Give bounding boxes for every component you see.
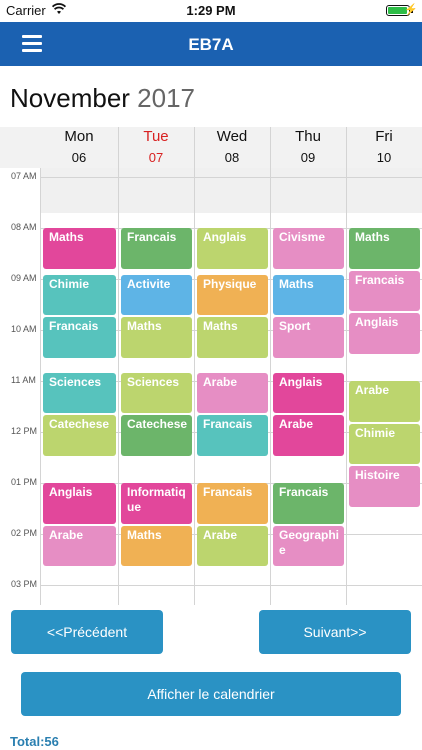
- day-header-thu[interactable]: Thu 09: [270, 127, 346, 168]
- early-morning-shade: [270, 168, 346, 213]
- time-label: 03 PM: [11, 579, 38, 589]
- class-event[interactable]: Francais: [121, 228, 192, 269]
- class-event[interactable]: Geographie: [273, 525, 344, 566]
- class-event[interactable]: Arabe: [349, 381, 420, 422]
- day-name: Thu: [295, 128, 321, 145]
- nav-title: EB7A: [188, 35, 234, 54]
- day-name: Tue: [143, 128, 169, 145]
- time-column-header: [0, 127, 40, 168]
- day-date: 10: [376, 150, 392, 165]
- year-label: 2017: [137, 83, 196, 113]
- total-count: Total:56: [10, 734, 59, 749]
- day-date: 08: [224, 150, 240, 165]
- class-event[interactable]: Francais: [349, 270, 420, 311]
- day-date: 07: [148, 150, 164, 165]
- hour-line: [40, 585, 422, 586]
- day-header-mon[interactable]: Mon 06: [40, 127, 118, 168]
- class-event[interactable]: Maths: [197, 317, 268, 358]
- class-event[interactable]: Sciences: [43, 372, 116, 413]
- class-event[interactable]: Catechese: [121, 415, 192, 456]
- time-label: 01 PM: [11, 477, 38, 487]
- time-label: 10 AM: [11, 324, 37, 334]
- day-name: Wed: [216, 128, 248, 145]
- clock: 1:29 PM: [186, 3, 236, 18]
- class-event[interactable]: Maths: [121, 525, 192, 566]
- column-divider: [270, 127, 271, 605]
- class-event[interactable]: Anglais: [43, 483, 116, 524]
- column-divider: [118, 127, 119, 605]
- early-morning-shade: [40, 168, 118, 213]
- class-event[interactable]: Chimie: [43, 274, 116, 316]
- class-event[interactable]: Arabe: [197, 372, 268, 413]
- early-morning-shade: [118, 168, 194, 213]
- class-event[interactable]: Maths: [349, 228, 420, 269]
- class-event[interactable]: Francais: [197, 415, 268, 456]
- class-event[interactable]: Informatique: [121, 483, 192, 524]
- previous-button[interactable]: <<Précédent: [11, 610, 163, 654]
- class-event[interactable]: Arabe: [197, 525, 268, 566]
- day-header-fri[interactable]: Fri 10: [346, 127, 422, 168]
- class-event[interactable]: Anglais: [273, 372, 344, 413]
- class-event[interactable]: Anglais: [197, 228, 268, 269]
- class-event[interactable]: Activite: [121, 274, 192, 316]
- hour-line: [40, 177, 422, 178]
- class-event[interactable]: Arabe: [43, 525, 116, 566]
- charging-icon: ⚡: [404, 4, 418, 16]
- class-event[interactable]: Francais: [273, 483, 344, 524]
- week-calendar: Mon 06 Tue 07 Wed 08 Thu 09 Fri 10 07 AM 08 AM 09 AM…: [0, 127, 422, 605]
- early-morning-shade: [194, 168, 270, 213]
- class-event[interactable]: Maths: [273, 274, 344, 316]
- day-name: Mon: [64, 128, 94, 145]
- early-morning-shade: [346, 168, 422, 213]
- month-label: November: [10, 83, 130, 113]
- class-event[interactable]: Physique: [197, 274, 268, 316]
- class-event[interactable]: Catechese: [43, 415, 116, 456]
- class-event[interactable]: Chimie: [349, 423, 420, 464]
- show-calendar-button[interactable]: Afficher le calendrier: [21, 672, 401, 716]
- time-label: 07 AM: [11, 171, 37, 181]
- class-event[interactable]: Francais: [197, 483, 268, 524]
- time-label: 11 AM: [11, 375, 36, 385]
- time-label: 02 PM: [11, 528, 38, 538]
- next-button[interactable]: Suivant>>: [259, 610, 411, 654]
- class-event[interactable]: Anglais: [349, 313, 420, 354]
- class-event[interactable]: Sciences: [121, 372, 192, 413]
- day-date: 06: [71, 150, 87, 165]
- class-event[interactable]: Histoire: [349, 466, 420, 507]
- day-header-tue[interactable]: Tue 07: [118, 127, 194, 168]
- column-divider: [194, 127, 195, 605]
- column-divider: [346, 127, 347, 605]
- status-bar: Carrier 1:29 PM ⚡: [0, 0, 422, 22]
- column-divider: [40, 168, 41, 605]
- class-event[interactable]: Francais: [43, 317, 116, 358]
- day-header-wed[interactable]: Wed 08: [194, 127, 270, 168]
- class-event[interactable]: Maths: [121, 317, 192, 358]
- app-screen: Carrier 1:29 PM ⚡ EB7A November 2017 Mon…: [0, 0, 422, 750]
- month-header: November 2017: [10, 83, 195, 114]
- day-date: 09: [300, 150, 316, 165]
- class-event[interactable]: Maths: [43, 228, 116, 269]
- class-event[interactable]: Civisme: [273, 228, 344, 269]
- day-name: Fri: [375, 128, 393, 145]
- time-label: 12 PM: [11, 426, 38, 436]
- class-event[interactable]: Arabe: [273, 415, 344, 456]
- class-event[interactable]: Sport: [273, 317, 344, 358]
- time-label: 09 AM: [11, 273, 37, 283]
- nav-bar: EB7A: [0, 22, 422, 66]
- time-label: 08 AM: [11, 222, 37, 232]
